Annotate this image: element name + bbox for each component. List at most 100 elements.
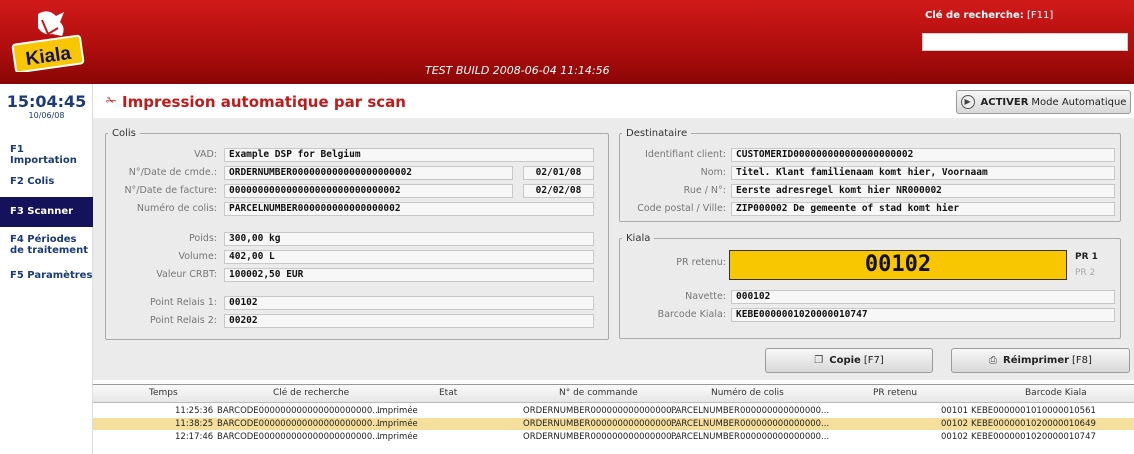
sidebar-item-periodes[interactable]: F4 Périodes de traitement: [0, 234, 93, 256]
col-colis[interactable]: Numéro de colis: [711, 388, 784, 398]
volume-value: 402,00 L: [224, 250, 594, 264]
cell-etat: Imprimée: [377, 406, 418, 416]
cell-barcode: KEBE0000001020000010747: [971, 432, 1096, 442]
cell-temps: 12:17:46: [175, 432, 214, 442]
navette-value: 000102: [731, 290, 1115, 304]
pr-retenu-value: 00102: [729, 250, 1067, 280]
pr-1-indicator: PR 1: [1075, 252, 1098, 262]
cell-barcode: KEBE0000001020000010649: [971, 419, 1096, 429]
play-icon: ▶: [960, 95, 975, 109]
cell-temps: 11:38:25: [175, 419, 214, 429]
point-relais-2-value: 00202: [224, 314, 594, 328]
page-title: Impression automatique par scan: [122, 93, 406, 111]
vad-value: Example DSP for Belgium: [224, 148, 594, 162]
destinataire-legend: Destinataire: [626, 128, 688, 139]
cell-barcode: KEBE0000001010000010561: [971, 406, 1096, 416]
reprint-button-label: Réimprimer: [1003, 355, 1070, 366]
numero-colis-label: Numéro de colis:: [136, 203, 217, 214]
volume-label: Volume:: [178, 251, 217, 262]
copy-icon: ❐: [814, 355, 824, 366]
numero-colis-value: PARCELNUMBER000000000000000002: [224, 202, 594, 216]
clock-time: 15:04:45: [6, 92, 87, 111]
activate-auto-mode-button[interactable]: ▶ ACTIVER Mode Automatique: [956, 90, 1131, 114]
copy-button-shortcut: [F7]: [863, 355, 884, 366]
cell-cle: BARCODE000000000000000000000...: [217, 406, 381, 416]
facture-label: N°/Date de facture:: [124, 185, 217, 196]
code-postal-value: ZIP000002 De gemeente of stad komt hier: [731, 202, 1115, 216]
pr-retenu-area: PR retenu: 00102 PR 1 PR 2: [619, 242, 1121, 292]
pr-retenu-label: PR retenu:: [676, 257, 726, 268]
poids-value: 300,00 kg: [224, 232, 594, 246]
clock-date: 10/06/08: [28, 111, 65, 120]
table-row-selected[interactable]: 11:38:25 BARCODE000000000000000000000...…: [93, 418, 1134, 430]
rue-label: Rue / N°:: [683, 185, 726, 196]
poids-label: Poids:: [188, 233, 217, 244]
reprint-button-shortcut: [F8]: [1072, 355, 1092, 366]
auto-button-bold: ACTIVER: [980, 96, 1029, 108]
cell-temps: 11:25:36: [175, 406, 214, 416]
cell-colis: PARCELNUMBER000000000000000...: [671, 406, 830, 416]
navette-label: Navette:: [685, 291, 726, 302]
search-label: Clé de recherche: [F11]: [925, 10, 1053, 21]
client-label: Identifiant client:: [645, 149, 726, 160]
cell-colis: PARCELNUMBER000000000000000...: [671, 419, 830, 429]
point-relais-2-label: Point Relais 2:: [150, 315, 217, 326]
cell-commande: ORDERNUMBER000000000000000...: [523, 432, 680, 442]
copy-button[interactable]: ❐ Copie [F7]: [765, 348, 933, 373]
client-value: CUSTOMERID000000000000000000002: [731, 148, 1115, 162]
pr-2-indicator: PR 2: [1075, 268, 1096, 278]
rue-value: Eerste adresregel komt hier NR000002: [731, 184, 1115, 198]
cell-pr: 00102: [941, 432, 969, 442]
scan-icon: ✁: [106, 94, 117, 109]
cell-pr: 00102: [941, 419, 969, 429]
col-etat[interactable]: Etat: [439, 388, 457, 398]
cell-commande: ORDERNUMBER000000000000000...: [523, 419, 680, 429]
colis-legend: Colis: [112, 128, 136, 139]
barcode-value: KEBE0000001020000010747: [731, 308, 1115, 322]
sidebar-item-colis[interactable]: F2 Colis: [0, 176, 93, 187]
col-cle[interactable]: Clé de recherche: [273, 388, 349, 398]
nom-label: Nom:: [700, 167, 726, 178]
sidebar-item-parametres[interactable]: F5 Paramètres: [0, 270, 93, 281]
facture-value: 000000000000000000000000000002: [224, 184, 513, 198]
copy-button-label: Copie: [829, 355, 861, 366]
printer-icon: ⎙: [989, 355, 998, 366]
cell-colis: PARCELNUMBER000000000000000...: [671, 432, 830, 442]
code-postal-label: Code postal / Ville:: [637, 203, 726, 214]
sidebar-item-importation[interactable]: F1 Importation: [0, 144, 93, 166]
crbt-label: Valeur CRBT:: [156, 269, 217, 280]
app-header: Kiala TEST BUILD 2008-06-04 11:14:56 Clé…: [0, 0, 1134, 84]
table-row[interactable]: 11:25:36 BARCODE000000000000000000000...…: [93, 405, 1134, 417]
barcode-label: Barcode Kiala:: [657, 309, 726, 320]
kiala-logo: Kiala: [11, 11, 85, 72]
sidebar: 15:04:45 10/06/08 F1 Importation F2 Coli…: [0, 84, 93, 454]
cmde-label: N°/Date de cmde.:: [128, 167, 217, 178]
col-barcode[interactable]: Barcode Kiala: [1025, 388, 1087, 398]
vad-label: VAD:: [194, 149, 217, 160]
search-shortcut: [F11]: [1026, 10, 1054, 21]
cell-pr: 00101: [941, 406, 969, 416]
col-temps[interactable]: Temps: [149, 388, 178, 398]
cell-cle: BARCODE000000000000000000000...: [217, 432, 381, 442]
facture-date: 02/02/08: [523, 184, 594, 198]
col-commande[interactable]: N° de commande: [559, 388, 638, 398]
cmde-value: ORDERNUMBER000000000000000000002: [224, 166, 513, 180]
cell-etat: Imprimée: [377, 432, 418, 442]
search-input[interactable]: [922, 33, 1128, 51]
auto-button-label: Mode Automatique: [1031, 96, 1127, 108]
crbt-value: 100002,50 EUR: [224, 268, 594, 282]
table-header: Temps Clé de recherche Etat N° de comman…: [93, 385, 1134, 403]
col-pr-retenu[interactable]: PR retenu: [873, 388, 917, 398]
main-panel: Colis VAD: Example DSP for Belgium N°/Da…: [93, 118, 1134, 380]
cell-etat: Imprimée: [377, 419, 418, 429]
cell-cle: BARCODE000000000000000000000...: [217, 419, 381, 429]
cmde-date: 02/01/08: [523, 166, 594, 180]
table-row[interactable]: 12:17:46 BARCODE000000000000000000000...…: [93, 431, 1134, 443]
cell-commande: ORDERNUMBER000000000000000...: [523, 406, 680, 416]
point-relais-1-value: 00102: [224, 296, 594, 310]
scan-history-table: Temps Clé de recherche Etat N° de comman…: [93, 384, 1134, 454]
reprint-button[interactable]: ⎙ Réimprimer [F8]: [951, 348, 1130, 373]
search-label-text: Clé de recherche:: [925, 10, 1024, 21]
build-label: TEST BUILD 2008-06-04 11:14:56: [425, 64, 610, 77]
sidebar-item-scanner[interactable]: F3 Scanner: [0, 197, 93, 227]
